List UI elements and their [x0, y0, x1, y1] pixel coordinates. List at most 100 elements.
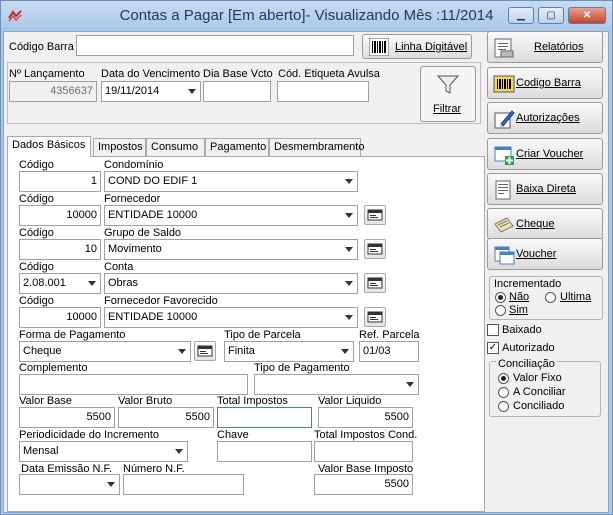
- complemento-label: Complemento: [19, 362, 88, 374]
- dia-base-input[interactable]: [203, 81, 271, 102]
- autorizado-checkbox[interactable]: ✓: [487, 342, 499, 354]
- maximize-button[interactable]: ▢: [538, 7, 564, 24]
- condominio-code-input[interactable]: 1: [19, 171, 101, 192]
- conta-code-select[interactable]: 2.08.001: [19, 273, 101, 294]
- main-window: Contas a Pagar [Em aberto]- Visualizando…: [0, 0, 613, 515]
- incrementado-label: Incrementado: [494, 278, 562, 290]
- cheque-button[interactable]: Cheque: [487, 208, 603, 240]
- minimize-button[interactable]: ▁: [508, 7, 534, 24]
- voucher-button[interactable]: Voucher: [487, 238, 603, 270]
- conta-lookup-button[interactable]: [364, 273, 386, 293]
- valor-liquido-input[interactable]: 5500: [318, 407, 413, 428]
- maximize-icon: ▢: [546, 10, 556, 21]
- chave-label: Chave: [217, 429, 249, 441]
- cheque-icon: [494, 217, 514, 233]
- tab-pagamento[interactable]: Pagamento: [205, 138, 269, 156]
- valor-bruto-input[interactable]: 5500: [118, 407, 214, 428]
- fornecedor-lookup-button[interactable]: [364, 205, 386, 225]
- total-impostos-label: Total Impostos: [217, 395, 288, 407]
- relatorios-label: Relatórios: [534, 41, 584, 53]
- condominio-select[interactable]: COND DO EDIF 1: [104, 171, 358, 192]
- baixado-label: Baixado: [502, 324, 542, 336]
- inc-ultima-radio[interactable]: [545, 292, 556, 303]
- card-icon: [367, 311, 383, 323]
- conc-valor-fixo-radio[interactable]: [498, 373, 509, 384]
- chave-input[interactable]: [217, 441, 312, 462]
- vencimento-label: Data do Vencimento: [101, 68, 201, 80]
- numero-nf-input[interactable]: [123, 474, 244, 495]
- forma-pagamento-label: Forma de Pagamento: [19, 329, 126, 341]
- favorecido-codigo-label: Código: [19, 295, 54, 307]
- periodicidade-select[interactable]: Mensal: [19, 441, 188, 462]
- ref-parcela-input[interactable]: 01/03: [359, 341, 419, 362]
- grupo-code-input[interactable]: 10: [19, 239, 101, 260]
- favorecido-lookup-button[interactable]: [364, 307, 386, 327]
- grupo-select[interactable]: Movimento: [104, 239, 358, 260]
- total-impostos-cond-input[interactable]: [314, 441, 413, 462]
- favorecido-code-input[interactable]: 10000: [19, 307, 101, 328]
- inc-nao-radio[interactable]: [495, 292, 506, 303]
- tab-consumo[interactable]: Consumo: [146, 138, 205, 156]
- close-icon: ✕: [582, 10, 592, 21]
- lancamento-label: Nº Lançamento: [9, 68, 85, 80]
- inc-sim-label: Sim: [509, 304, 528, 316]
- vencimento-datepicker[interactable]: 19/11/2014: [101, 81, 201, 102]
- inc-nao-label: Não: [509, 291, 530, 303]
- fornecedor-code-input[interactable]: 10000: [19, 205, 101, 226]
- authorization-icon: [494, 110, 515, 129]
- forma-pagamento-select[interactable]: Cheque: [19, 341, 191, 362]
- linha-digitavel-button[interactable]: Linha Digitável: [362, 34, 472, 59]
- conc-valor-fixo-label: Valor Fixo: [513, 372, 562, 384]
- fornecedor-label: Fornecedor: [104, 193, 161, 205]
- conc-conciliado-radio[interactable]: [498, 401, 509, 412]
- conciliacao-label: Conciliação: [496, 358, 557, 370]
- etiqueta-input[interactable]: [277, 81, 369, 102]
- etiqueta-label: Cód. Etiqueta Avulsa: [278, 68, 380, 80]
- tab-desmembramento[interactable]: Desmembramento: [269, 138, 364, 156]
- window-client: Código Barra Linha Digitável Nº Lançamen…: [3, 31, 609, 513]
- codigo-barra-button[interactable]: Codigo Barra: [487, 67, 603, 99]
- forma-pagamento-lookup-button[interactable]: [194, 341, 216, 361]
- tab-dados-basicos[interactable]: Dados Básicos: [7, 136, 91, 157]
- total-impostos-input[interactable]: [217, 407, 312, 428]
- receipt-icon: [495, 180, 511, 200]
- fornecedor-codigo-label: Código: [19, 193, 54, 205]
- conc-a-conciliar-radio[interactable]: [498, 387, 509, 398]
- grupo-codigo-label: Código: [19, 227, 54, 239]
- conta-codigo-label: Código: [19, 261, 54, 273]
- valor-base-input[interactable]: 5500: [19, 407, 115, 428]
- filtrar-button[interactable]: Filtrar: [420, 66, 476, 122]
- autorizacoes-label: Autorizações: [516, 112, 580, 124]
- lancamento-field: 4356637: [9, 81, 97, 102]
- inc-sim-radio[interactable]: [495, 305, 506, 316]
- barcode-icon: [369, 38, 389, 56]
- card-icon: [197, 345, 213, 357]
- barcode-icon: [493, 75, 515, 93]
- card-icon: [367, 277, 383, 289]
- criar-voucher-button[interactable]: Criar Voucher: [487, 138, 603, 170]
- dia-base-label: Dia Base Vcto: [203, 68, 273, 80]
- baixado-checkbox[interactable]: [487, 324, 499, 336]
- barcode-input[interactable]: [76, 35, 354, 56]
- tipo-pagamento-select[interactable]: [254, 374, 419, 395]
- grupo-lookup-button[interactable]: [364, 239, 386, 259]
- conta-select[interactable]: Obras: [104, 273, 358, 294]
- baixa-direta-button[interactable]: Baixa Direta: [487, 173, 603, 205]
- periodicidade-label: Periodicidade do Incremento: [19, 429, 160, 441]
- favorecido-select[interactable]: ENTIDADE 10000: [104, 307, 358, 328]
- tab-impostos[interactable]: Impostos: [93, 138, 146, 156]
- close-button[interactable]: ✕: [568, 7, 606, 24]
- voucher-icon: [494, 246, 515, 265]
- fornecedor-select[interactable]: ENTIDADE 10000: [104, 205, 358, 226]
- condominio-codigo-label: Código: [19, 159, 54, 171]
- data-emissao-datepicker[interactable]: [19, 474, 120, 495]
- autorizacoes-button[interactable]: Autorizações: [487, 102, 603, 134]
- inc-ultima-label: Ultima: [560, 291, 592, 303]
- complemento-input[interactable]: [19, 374, 248, 395]
- tipo-parcela-select[interactable]: Finita: [224, 341, 354, 362]
- criar-voucher-label: Criar Voucher: [516, 148, 584, 160]
- autorizado-label: Autorizado: [502, 342, 555, 354]
- valor-base-imposto-input[interactable]: 5500: [314, 474, 413, 495]
- title-bar: Contas a Pagar [Em aberto]- Visualizando…: [1, 1, 612, 31]
- relatorios-button[interactable]: Relatórios: [487, 31, 603, 63]
